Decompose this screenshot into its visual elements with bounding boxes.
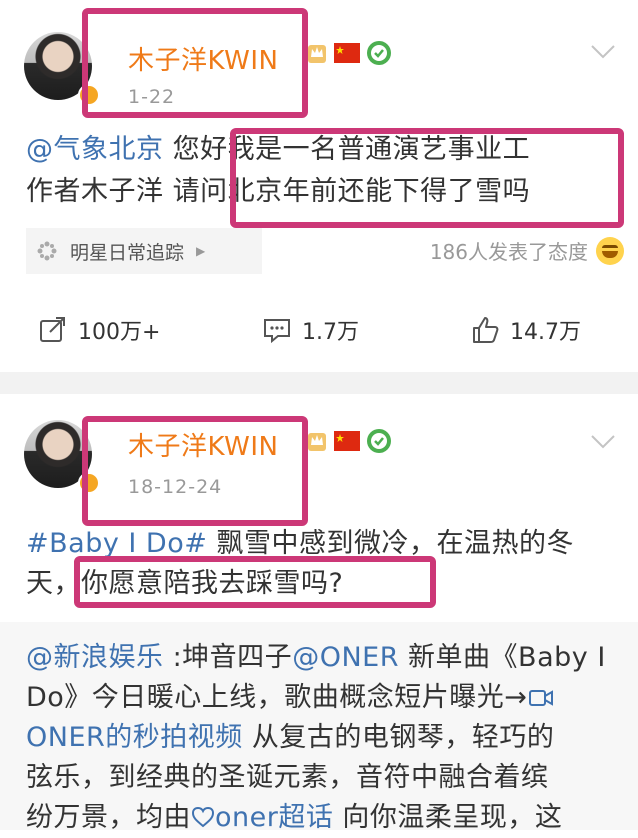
crown-icon [308,45,326,63]
post-date: 18-12-24 [128,476,223,498]
repost-line-4: 弦乐，到经典的圣诞元素，音符中融合着缤 [26,762,549,793]
mention-link[interactable]: @气象北京 [26,134,164,165]
topic-card-label: 明星日常追踪 [70,241,185,264]
video-link[interactable]: ONER的秒拍视频 [26,722,243,753]
mention-link[interactable]: @ONER [292,642,399,673]
reactions-text: 186人发表了态度 [429,240,588,264]
repost-count: 100万+ [78,320,161,345]
chevron-down-icon[interactable] [590,434,616,450]
verified-check-icon [367,41,391,65]
verified-v-badge-icon [78,84,100,106]
verified-v-badge-icon [78,472,100,494]
post-body-line-1: #Baby I Do# 飘雪中感到微冷，在温热的冬 [26,528,574,559]
author-name[interactable]: 木子洋KWIN [128,426,278,463]
author-badges [306,428,392,454]
china-flag-icon [334,43,360,63]
comment-button[interactable]: 1.7万 [262,314,359,346]
repost-line-1: @新浪娱乐 :坤音四子@ONER 新单曲《Baby I [26,642,606,673]
china-flag-icon [334,431,360,451]
action-bar: 100万+ 1.7万 14.7万 [0,314,638,360]
weibo-post-2: 木子洋KWIN 18-12-24 #Baby I Do# 飘雪中感到微冷，在温热… [0,394,638,833]
repost-icon [40,317,65,342]
post-body-line-1: @气象北京 您好我是一名普通演艺事业工 [26,134,531,165]
post-date: 1-22 [128,86,176,108]
post-body-line-2: 天，你愿意陪我去踩雪吗? [26,568,344,599]
post-body-line-2: 作者木子洋 请问北京年前还能下得了雪吗 [26,176,531,207]
chevron-down-icon[interactable] [590,44,616,60]
author-name[interactable]: 木子洋KWIN [128,40,278,77]
video-icon[interactable] [529,687,554,709]
repost-line-2: Do》今日暖心上线，歌曲概念短片曝光→ [26,678,554,718]
laughing-emoji-icon [596,236,624,265]
repost-line-5: 纷万景，均由 oner超话 向你温柔呈现，这 [26,802,563,833]
crown-icon [308,433,326,451]
comment-count: 1.7万 [302,320,359,345]
topic-icon [37,241,57,261]
like-count: 14.7万 [510,320,581,345]
verified-check-icon [367,429,391,453]
caret-right-icon: ▶ [196,244,206,258]
author-badges [306,40,392,66]
weibo-post-1: 木子洋KWIN 1-22 @气象北京 您好我是一名普通演艺事业工 作者木子洋 请… [0,0,638,372]
mention-link[interactable]: @新浪娱乐 [26,642,164,673]
supertopic-icon [191,806,215,828]
repost-line-3: ONER的秒拍视频 从复古的电钢琴，轻巧的 [26,722,555,753]
like-icon [473,317,499,343]
comment-icon [264,319,290,344]
repost-block[interactable]: @新浪娱乐 :坤音四子@ONER 新单曲《Baby I Do》今日暖心上线，歌曲… [0,622,638,833]
hashtag-link[interactable]: #Baby I Do# [26,528,207,559]
supertopic-link[interactable]: oner超话 [215,802,333,833]
repost-button[interactable]: 100万+ [38,314,160,346]
like-button[interactable]: 14.7万 [470,314,581,346]
reactions-summary[interactable]: 186人发表了态度 [430,236,624,265]
topic-card[interactable]: 明星日常追踪 ▶ [26,228,262,274]
feed-separator [0,372,638,394]
